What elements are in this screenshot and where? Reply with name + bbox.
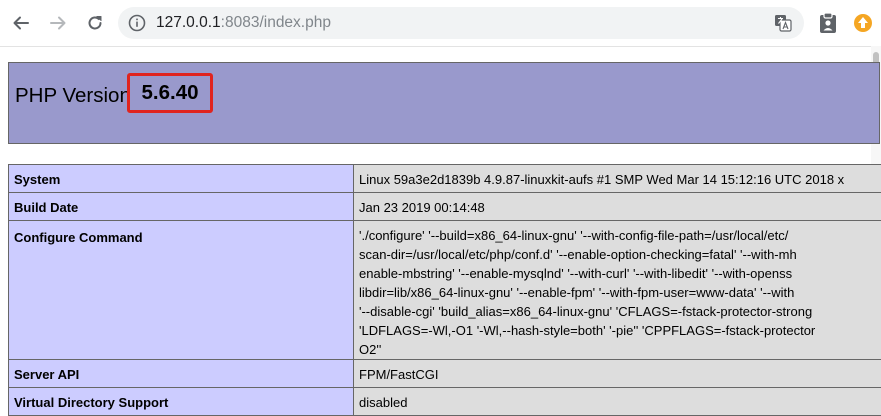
row-value: Linux 59a3e2d1839b 4.9.87-linuxkit-aufs … (354, 165, 881, 193)
forward-button[interactable] (47, 12, 69, 34)
configure-line: enable-mbstring' '--enable-mysqlnd' '--w… (359, 264, 881, 283)
configure-line: '--disable-cgi' 'build_alias=x86_64-linu… (359, 302, 881, 321)
configure-line: libdir=lib/x86_64-linux-gnu' '--enable-f… (359, 283, 881, 302)
row-label: Configure Command (9, 221, 354, 360)
table-row-system: System Linux 59a3e2d1839b 4.9.87-linuxki… (9, 165, 881, 193)
info-icon[interactable] (128, 14, 146, 32)
php-info-table: System Linux 59a3e2d1839b 4.9.87-linuxki… (8, 164, 881, 416)
url-text[interactable]: 127.0.0.1:8083/index.php (156, 14, 331, 32)
row-value: FPM/FastCGI (354, 360, 881, 388)
php-version-header: PHP Version 5.6.40 (8, 62, 880, 144)
table-row-virtual-directory: Virtual Directory Support disabled (9, 388, 881, 416)
table-row-server-api: Server API FPM/FastCGI (9, 360, 881, 388)
forward-arrow-icon (49, 14, 67, 32)
configure-line: 'LDFLAGS=-Wl,-O1 '-Wl,--hash-style=both'… (359, 321, 881, 340)
url-path: :8083/index.php (221, 14, 331, 31)
address-bar[interactable]: 127.0.0.1:8083/index.php (118, 7, 804, 39)
back-arrow-icon (12, 14, 30, 32)
translate-icon[interactable] (774, 14, 792, 32)
url-host: 127.0.0.1 (156, 14, 221, 31)
version-highlight: 5.6.40 (127, 73, 213, 113)
configure-line: O2'' (359, 340, 881, 359)
row-label: System (9, 165, 354, 193)
clipboard-icon[interactable] (818, 12, 838, 34)
reload-button[interactable] (84, 12, 106, 34)
row-label: Virtual Directory Support (9, 388, 354, 416)
table-row-configure-command: Configure Command './configure' '--build… (9, 221, 881, 360)
row-label: Server API (9, 360, 354, 388)
row-value: './configure' '--build=x86_64-linux-gnu'… (354, 221, 881, 360)
table-row-build-date: Build Date Jan 23 2019 00:14:48 (9, 193, 881, 221)
row-value: disabled (354, 388, 881, 416)
extension-icon[interactable] (853, 13, 873, 33)
page-title: PHP Version (15, 84, 131, 108)
row-label: Build Date (9, 193, 354, 221)
reload-icon (86, 14, 104, 32)
back-button[interactable] (10, 12, 32, 34)
php-version-number: 5.6.40 (142, 81, 199, 105)
browser-toolbar: 127.0.0.1:8083/index.php (0, 0, 881, 47)
row-value: Jan 23 2019 00:14:48 (354, 193, 881, 221)
configure-line: './configure' '--build=x86_64-linux-gnu'… (359, 226, 881, 245)
configure-line: scan-dir=/usr/local/etc/php/conf.d' '--e… (359, 245, 881, 264)
